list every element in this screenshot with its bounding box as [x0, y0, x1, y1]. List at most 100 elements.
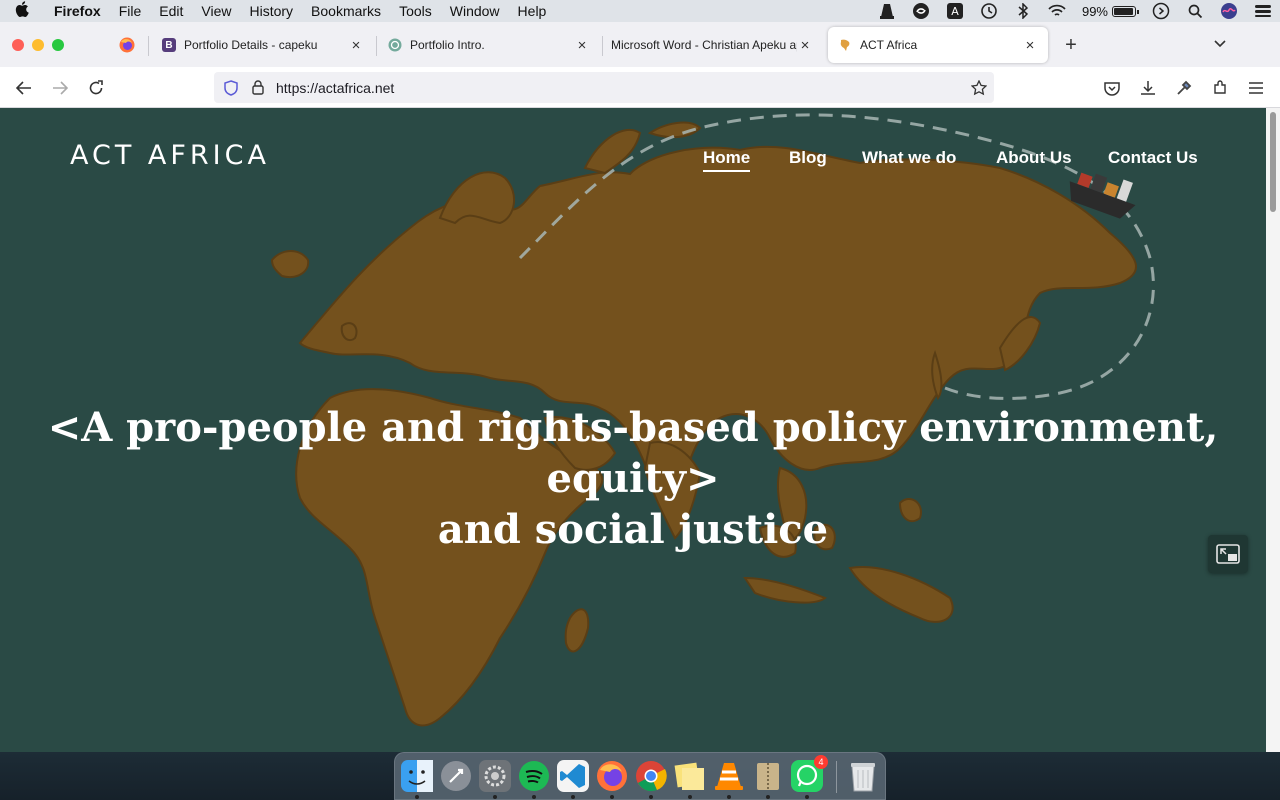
dock-trash-icon[interactable] [846, 759, 880, 793]
new-tab-button[interactable]: + [1060, 34, 1082, 56]
close-tab-icon[interactable]: × [574, 37, 590, 54]
running-indicator [610, 795, 614, 799]
eyedropper-icon [1177, 80, 1192, 95]
dock-firefox-icon[interactable] [595, 759, 629, 799]
pocket-button[interactable] [1100, 76, 1124, 100]
tab-microsoft-word[interactable]: Microsoft Word - Christian Apeku ap × [601, 27, 823, 63]
dock-chrome-icon[interactable] [634, 759, 668, 799]
menu-app-name[interactable]: Firefox [44, 0, 110, 22]
nav-about-us[interactable]: About Us [996, 148, 1072, 168]
running-indicator [727, 795, 731, 799]
tab-act-africa[interactable]: ACT Africa × [828, 27, 1048, 63]
reload-icon [89, 80, 103, 95]
hamburger-menu-icon [1249, 82, 1263, 94]
bluetooth-icon[interactable] [1006, 0, 1040, 22]
window-controls [12, 39, 64, 51]
arrow-left-icon [16, 81, 31, 95]
time-machine-icon[interactable] [972, 0, 1006, 22]
dock-whatsapp-icon[interactable]: 4 [790, 755, 828, 799]
hero-heading-line-1: <A pro-people and rights-based policy en… [47, 404, 1219, 502]
menu-edit[interactable]: Edit [150, 0, 192, 22]
downloads-button[interactable] [1136, 76, 1160, 100]
dock-vlc-icon[interactable] [712, 759, 746, 799]
nav-what-we-do[interactable]: What we do [862, 148, 956, 168]
reload-button[interactable] [84, 76, 108, 100]
menu-window[interactable]: Window [441, 0, 509, 22]
page-scrollbar[interactable] [1266, 108, 1280, 752]
tab-separator [376, 36, 377, 56]
nav-blog[interactable]: Blog [789, 148, 827, 168]
nav-home[interactable]: Home [703, 148, 751, 172]
eyedropper-button[interactable] [1172, 76, 1196, 100]
scrollbar-thumb[interactable] [1270, 112, 1276, 212]
control-center-icon[interactable] [1246, 0, 1280, 22]
dock-system-preferences-icon[interactable] [478, 759, 512, 799]
tracking-protection-shield-icon[interactable] [224, 79, 240, 96]
macos-menu-bar: Firefox File Edit View History Bookmarks… [0, 0, 1280, 22]
hero-heading: <A pro-people and rights-based policy en… [40, 402, 1226, 555]
tab-portfolio-intro[interactable]: Portfolio Intro. × [378, 27, 600, 63]
menu-tools[interactable]: Tools [390, 0, 441, 22]
nav-contact-us[interactable]: Contact Us [1108, 148, 1198, 168]
keyboard-a-icon[interactable]: A [938, 0, 972, 22]
site-navigation: Home Blog What we do About Us Contact Us [0, 148, 1266, 172]
running-indicator [493, 795, 497, 799]
bootstrap-icon: B [162, 38, 176, 52]
menu-file[interactable]: File [110, 0, 151, 22]
battery-percent: 99% [1081, 3, 1108, 19]
close-tab-icon[interactable]: × [797, 37, 813, 54]
running-indicator [805, 795, 809, 799]
dock-vscode-icon[interactable] [556, 759, 590, 799]
lock-icon[interactable] [252, 80, 266, 95]
pinned-tab-firefox[interactable] [108, 28, 146, 62]
wifi-icon[interactable] [1040, 0, 1074, 22]
download-icon [1141, 81, 1155, 95]
dock-finder-icon[interactable] [400, 759, 434, 799]
play-circle-icon[interactable] [1144, 0, 1178, 22]
search-icon[interactable] [1178, 0, 1212, 22]
menu-view[interactable]: View [192, 0, 240, 22]
puzzle-icon [1214, 80, 1226, 94]
running-indicator [649, 795, 653, 799]
arrow-right-icon [53, 81, 68, 95]
siri-icon[interactable] [1212, 0, 1246, 22]
act-africa-page: ACT AFRICA Home Blog What we do About Us… [0, 108, 1266, 752]
close-tab-icon[interactable]: × [348, 37, 364, 54]
close-window-button[interactable] [12, 39, 24, 51]
forward-button[interactable] [48, 76, 72, 100]
notification-badge: 4 [814, 755, 828, 769]
tab-bar: B Portfolio Details - capeku × Portfolio… [0, 22, 1280, 67]
minimize-window-button[interactable] [32, 39, 44, 51]
dock-spotify-icon[interactable] [517, 759, 551, 799]
bookmark-star-icon[interactable] [964, 79, 994, 96]
menu-history[interactable]: History [240, 0, 302, 22]
picture-in-picture-button[interactable] [1208, 535, 1248, 573]
back-button[interactable] [12, 76, 36, 100]
address-bar[interactable]: https://actafrica.net [214, 72, 994, 103]
menu-help[interactable]: Help [509, 0, 556, 22]
extensions-button[interactable] [1208, 76, 1232, 100]
close-tab-icon[interactable]: × [1022, 37, 1038, 54]
battery-indicator[interactable]: 99% [1074, 4, 1144, 19]
dock-archive-utility-icon[interactable] [751, 759, 785, 799]
picture-in-picture-icon [1216, 544, 1240, 564]
apple-menu-icon[interactable] [0, 1, 44, 21]
battery-level-fill [1114, 7, 1133, 15]
act-africa-favicon-icon [838, 38, 852, 52]
tab-title: Portfolio Intro. [410, 38, 485, 52]
list-all-tabs-button[interactable] [1210, 34, 1230, 54]
tab-title: Portfolio Details - capeku [184, 38, 318, 52]
app-menu-button[interactable] [1244, 76, 1268, 100]
dock-stickies-icon[interactable] [673, 759, 707, 799]
url-text[interactable]: https://actafrica.net [276, 80, 964, 96]
firefox-icon [119, 37, 135, 53]
zoom-window-button[interactable] [52, 39, 64, 51]
running-indicator [415, 795, 419, 799]
menu-bookmarks[interactable]: Bookmarks [302, 0, 390, 22]
running-indicator [688, 795, 692, 799]
battery-icon [1112, 5, 1139, 17]
vlc-icon[interactable] [870, 0, 904, 22]
sync-icon[interactable] [904, 0, 938, 22]
dock-launchpad-icon[interactable] [439, 759, 473, 793]
tab-portfolio-details[interactable]: B Portfolio Details - capeku × [152, 27, 374, 63]
